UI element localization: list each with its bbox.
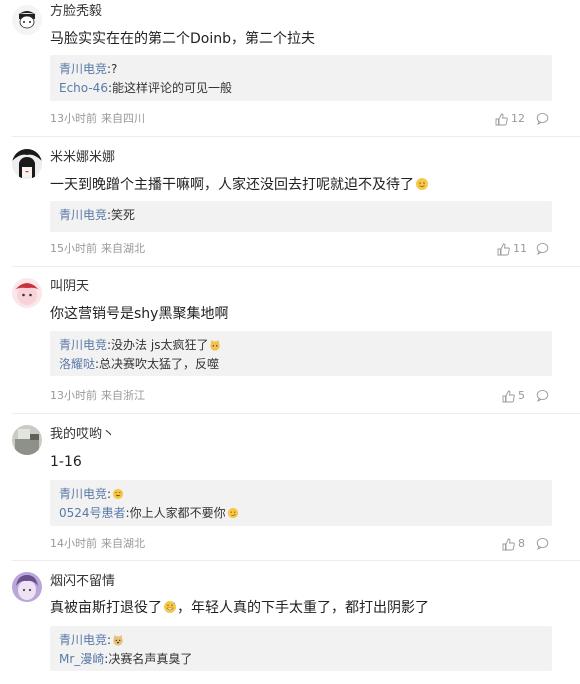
comment-meta: 15小时前 来自湖北: [50, 242, 145, 256]
like-count: 8: [518, 537, 525, 550]
avatar[interactable]: [12, 5, 42, 35]
comment-meta: 13小时前 来自四川: [50, 112, 145, 126]
like-button[interactable]: 11: [497, 242, 527, 256]
like-count: 11: [513, 242, 527, 255]
like-count: 12: [511, 112, 525, 125]
username[interactable]: 方脸秃毅: [50, 4, 102, 20]
thumbs-up-icon: [497, 243, 510, 255]
smirk-emoji-icon: [227, 507, 238, 519]
doge-emoji-icon: [113, 634, 123, 646]
reply-line: 青川电竞:: [59, 631, 542, 650]
location: 来自四川: [101, 112, 145, 125]
reply-author[interactable]: Mr_漫崎: [59, 652, 104, 666]
timestamp: 14小时前: [50, 537, 97, 550]
reply-button[interactable]: [536, 389, 549, 402]
reply-button[interactable]: [536, 242, 549, 255]
reply-line: 洛耀哒:总决赛吹太猛了，反噬: [59, 355, 542, 374]
avatar[interactable]: [12, 425, 42, 455]
username[interactable]: 我的哎哟丶: [50, 427, 115, 443]
comment-item: 烟闪不留情 真被亩斯打退役了 ，年轻人真的下手太重了，都打出阴影了 青川电竞: M…: [0, 561, 580, 684]
comment-text: 你这营销号是shy黑聚集地啊: [50, 306, 229, 322]
like-count: 5: [518, 389, 525, 402]
comment-feed: 方脸秃毅 马脸实实在在的第二个Doinb，第二个拉夫 青川电竞:? Echo-4…: [0, 0, 580, 684]
reply-box: 青川电竞: Mr_漫崎:决赛名声真臭了: [50, 626, 552, 671]
comment-text: 1-16: [50, 454, 82, 470]
comment-text: 一天到晚蹭个主播干嘛啊，人家还没回去打呢就迫不及待了: [50, 175, 429, 195]
reply-author[interactable]: 青川电竞: [59, 208, 107, 222]
reply-text: :你上人家都不要你: [125, 506, 226, 520]
reply-author[interactable]: 青川电竞: [59, 62, 107, 76]
comment-item: 叫阴天 你这营销号是shy黑聚集地啊 青川电竞:没办法 js太疯狂了 洛耀哒:总…: [0, 267, 580, 415]
username[interactable]: 米米娜米娜: [50, 150, 115, 166]
thumbs-up-icon: [502, 390, 515, 402]
comment-bubble-icon: [536, 242, 549, 255]
comment-item: 米米娜米娜 一天到晚蹭个主播干嘛啊，人家还没回去打呢就迫不及待了 青川电竞:笑死…: [0, 137, 580, 267]
reply-line: 青川电竞:笑死: [59, 206, 542, 225]
cat-emoji-icon: [210, 339, 221, 351]
username[interactable]: 烟闪不留情: [50, 574, 115, 590]
reply-author[interactable]: 青川电竞: [59, 338, 107, 352]
reply-line: Mr_漫崎:决赛名声真臭了: [59, 650, 542, 669]
comment-item: 方脸秃毅 马脸实实在在的第二个Doinb，第二个拉夫 青川电竞:? Echo-4…: [0, 0, 580, 136]
reply-author[interactable]: Echo-46: [59, 81, 108, 95]
avatar[interactable]: [12, 572, 42, 602]
avatar[interactable]: [12, 149, 42, 179]
comment-bubble-icon: [536, 112, 549, 125]
reply-line: 0524号患者:你上人家都不要你: [59, 504, 542, 523]
location: 来自湖北: [101, 242, 145, 255]
reply-text: :笑死: [107, 208, 136, 222]
reply-line: 青川电竞:没办法 js太疯狂了: [59, 336, 542, 355]
reply-box: 青川电竞:没办法 js太疯狂了 洛耀哒:总决赛吹太猛了，反噬: [50, 331, 552, 376]
reply-button[interactable]: [536, 112, 549, 125]
reply-text: :?: [107, 62, 118, 76]
timestamp: 15小时前: [50, 242, 97, 255]
comment-meta: 14小时前 来自湖北: [50, 537, 145, 551]
reply-button[interactable]: [536, 537, 549, 550]
username[interactable]: 叫阴天: [50, 279, 89, 295]
like-button[interactable]: 5: [502, 389, 525, 403]
reply-line: 青川电竞:: [59, 485, 542, 504]
reply-text: :决赛名声真臭了: [104, 652, 193, 666]
reply-text: :没办法 js太疯狂了: [107, 338, 209, 352]
reply-text: :: [107, 487, 112, 501]
location: 来自浙江: [101, 389, 145, 402]
comment-text: 真被亩斯打退役了 ，年轻人真的下手太重了，都打出阴影了: [50, 598, 429, 618]
location: 来自湖北: [101, 537, 145, 550]
comment-text-body: ，年轻人真的下手太重了，都打出阴影了: [177, 600, 429, 616]
comment-text-body: 一天到晚蹭个主播干嘛啊，人家还没回去打呢就迫不及待了: [50, 177, 414, 193]
reply-author[interactable]: 青川电竞: [59, 487, 107, 501]
timestamp: 13小时前: [50, 112, 97, 125]
reply-box: 青川电竞: 0524号患者:你上人家都不要你: [50, 480, 552, 526]
laugh-emoji-icon: [112, 488, 124, 500]
comment-meta: 13小时前 来自浙江: [50, 389, 145, 403]
reply-author[interactable]: 青川电竞: [59, 633, 107, 647]
grin-sweat-emoji-icon: [164, 601, 176, 613]
reply-box: 青川电竞:笑死: [50, 201, 552, 232]
comment-bubble-icon: [536, 389, 549, 402]
like-button[interactable]: 12: [495, 112, 525, 126]
reply-text: :总决赛吹太猛了，反噬: [95, 357, 220, 371]
reply-author[interactable]: 洛耀哒: [59, 357, 95, 371]
reply-line: Echo-46:能这样评论的可见一般: [59, 79, 542, 98]
avatar[interactable]: [12, 278, 42, 308]
smile-emoji-icon: [416, 178, 428, 190]
reply-author[interactable]: 0524号患者: [59, 506, 126, 520]
reply-box: 青川电竞:? Echo-46:能这样评论的可见一般: [50, 55, 552, 101]
comment-text: 马脸实实在在的第二个Doinb，第二个拉夫: [50, 31, 315, 47]
comment-text-body: 真被亩斯打退役了: [50, 600, 162, 616]
reply-text: :能这样评论的可见一般: [107, 81, 232, 95]
like-button[interactable]: 8: [502, 537, 525, 551]
thumbs-up-icon: [495, 113, 508, 125]
timestamp: 13小时前: [50, 389, 97, 402]
reply-text: :: [107, 633, 112, 647]
comment-bubble-icon: [536, 537, 549, 550]
thumbs-up-icon: [502, 538, 515, 550]
reply-line: 青川电竞:?: [59, 60, 542, 79]
